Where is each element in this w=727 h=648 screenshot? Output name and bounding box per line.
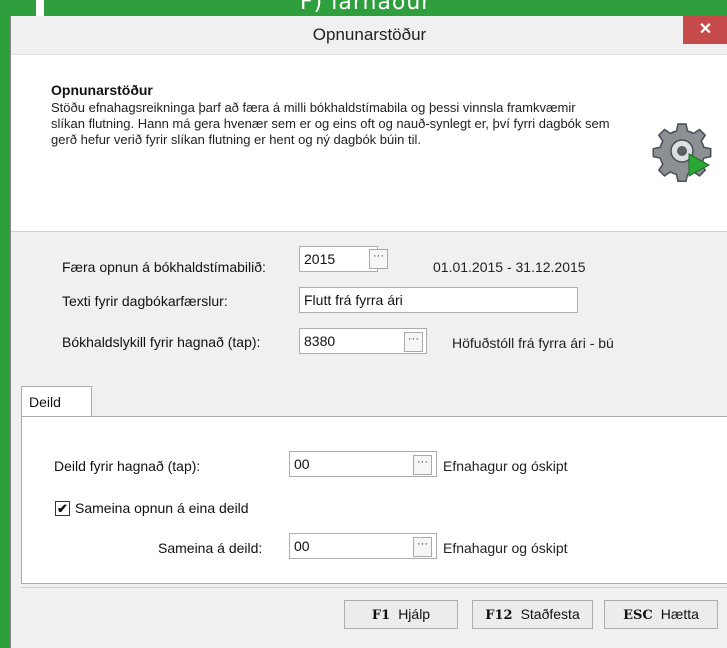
window-title: Opnunarstöður <box>312 25 427 44</box>
help-key: F1 <box>371 608 391 623</box>
background-app-strip: F) larhaður <box>0 0 727 16</box>
title-bar[interactable]: Opnunarstöður ✕ <box>11 16 727 54</box>
period-input[interactable] <box>299 246 378 272</box>
merge-dept-checkbox-label: Sameina opnun á eina deild <box>75 500 249 516</box>
close-icon: ✕ <box>698 21 713 38</box>
cancel-label: Hætta <box>660 606 699 622</box>
tab-strip: Deild <box>21 386 727 417</box>
merge-dept-label: Sameina á deild: <box>158 540 263 556</box>
confirm-button[interactable]: F12 Staðfesta <box>472 600 593 629</box>
merge-dept-description: Efnahagur og óskipt <box>443 540 568 556</box>
background-app-title: F) larhaður <box>300 0 432 15</box>
confirm-key: F12 <box>485 608 513 623</box>
close-button[interactable]: ✕ <box>683 16 727 44</box>
profit-dept-label: Deild fyrir hagnað (tap): <box>54 458 201 474</box>
journal-text-label: Texti fyrir dagbókarfærslur: <box>62 293 228 309</box>
period-range: 01.01.2015 - 31.12.2015 <box>433 259 586 275</box>
merge-dept-checkbox[interactable]: ✔ <box>55 501 70 516</box>
merge-dept-lookup-button[interactable]: ··· <box>413 537 432 557</box>
deild-tab-panel: Deild fyrir hagnað (tap): ··· Efnahagur … <box>21 416 727 584</box>
header-title: Opnunarstöður <box>51 82 153 98</box>
cancel-button[interactable]: ESC Hætta <box>604 600 718 629</box>
profit-dept-description: Efnahagur og óskipt <box>443 458 568 474</box>
header-description: Stöðu efnahagsreikninga þarf að færa á m… <box>51 100 610 147</box>
header-panel: Opnunarstöður Stöðu efnahagsreikninga þa… <box>11 54 727 232</box>
account-label: Bókhaldslykill fyrir hagnað (tap): <box>62 334 261 350</box>
help-label: Hjálp <box>398 606 431 622</box>
background-app-mark <box>36 0 44 16</box>
tab-deild[interactable]: Deild <box>21 386 92 417</box>
journal-text-input[interactable] <box>299 287 578 313</box>
period-label: Færa opnun á bókhaldstímabilið: <box>62 259 266 275</box>
cancel-key: ESC <box>623 608 653 623</box>
confirm-label: Staðfesta <box>520 606 580 622</box>
help-button[interactable]: F1 Hjálp <box>344 600 458 629</box>
account-lookup-button[interactable]: ··· <box>404 332 423 352</box>
gear-play-icon <box>652 123 712 182</box>
period-lookup-button[interactable]: ··· <box>369 249 388 269</box>
footer-separator <box>21 587 727 588</box>
account-description: Höfuðstóll frá fyrra ári - bú <box>452 335 614 351</box>
opening-balances-dialog: Opnunarstöður ✕ Opnunarstöður Stöðu efna… <box>10 16 727 648</box>
profit-dept-lookup-button[interactable]: ··· <box>413 455 432 475</box>
